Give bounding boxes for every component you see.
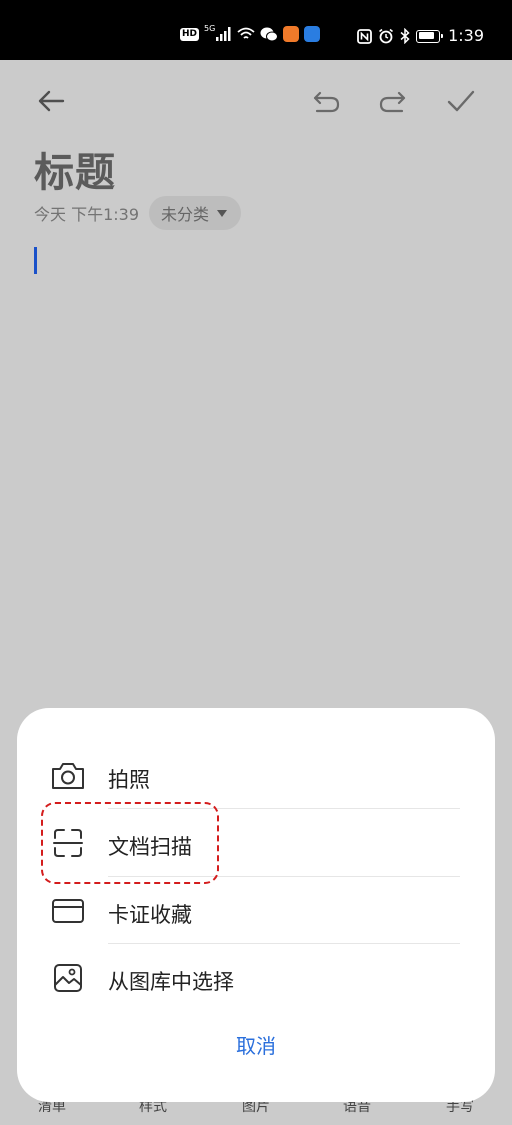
battery-icon [416, 29, 444, 43]
note-meta: 今天 下午1:39 未分类 [34, 196, 242, 230]
status-right-group: 1:39 [357, 26, 484, 46]
card-icon [52, 899, 84, 923]
wifi-icon [237, 27, 255, 39]
check-icon[interactable] [444, 84, 478, 118]
caret-down-icon [217, 209, 228, 217]
network-type: 5G [204, 24, 216, 33]
redo-icon[interactable] [376, 84, 410, 118]
bluetooth-icon [400, 28, 410, 44]
text-cursor[interactable] [34, 247, 37, 274]
hd-badge: HD [180, 27, 200, 41]
signal-icon [216, 27, 231, 41]
status-time: 1:39 [448, 26, 484, 45]
app-icon [283, 26, 300, 42]
image-source-sheet: 拍照 文档扫描 卡证收藏 从图库中选择 取消 [17, 708, 495, 1102]
app-icon [304, 26, 321, 42]
nfc-icon [357, 28, 372, 44]
back-arrow-icon[interactable] [34, 84, 68, 118]
category-label: 未分类 [161, 205, 210, 224]
menu-item-gallery[interactable]: 从图库中选择 [17, 944, 495, 1012]
menu-item-camera[interactable]: 拍照 [17, 742, 495, 810]
menu-item-card-collection[interactable]: 卡证收藏 [17, 877, 495, 945]
note-date: 今天 下午1:39 [34, 205, 140, 224]
menu-item-label: 从图库中选择 [108, 970, 234, 994]
note-title[interactable]: 标题 [34, 140, 116, 198]
status-left-group: HD 5G [180, 24, 321, 42]
wechat-icon [260, 27, 279, 41]
undo-icon[interactable] [309, 84, 343, 118]
highlight-annotation [41, 802, 219, 884]
category-dropdown[interactable]: 未分类 [149, 196, 242, 230]
menu-item-label: 拍照 [108, 768, 150, 792]
cancel-button[interactable]: 取消 [17, 1030, 495, 1059]
menu-item-label: 卡证收藏 [108, 903, 192, 927]
camera-icon [52, 763, 84, 789]
alarm-icon [379, 28, 394, 44]
status-bar: HD 5G 1:39 [0, 0, 512, 60]
gallery-icon [54, 964, 82, 992]
